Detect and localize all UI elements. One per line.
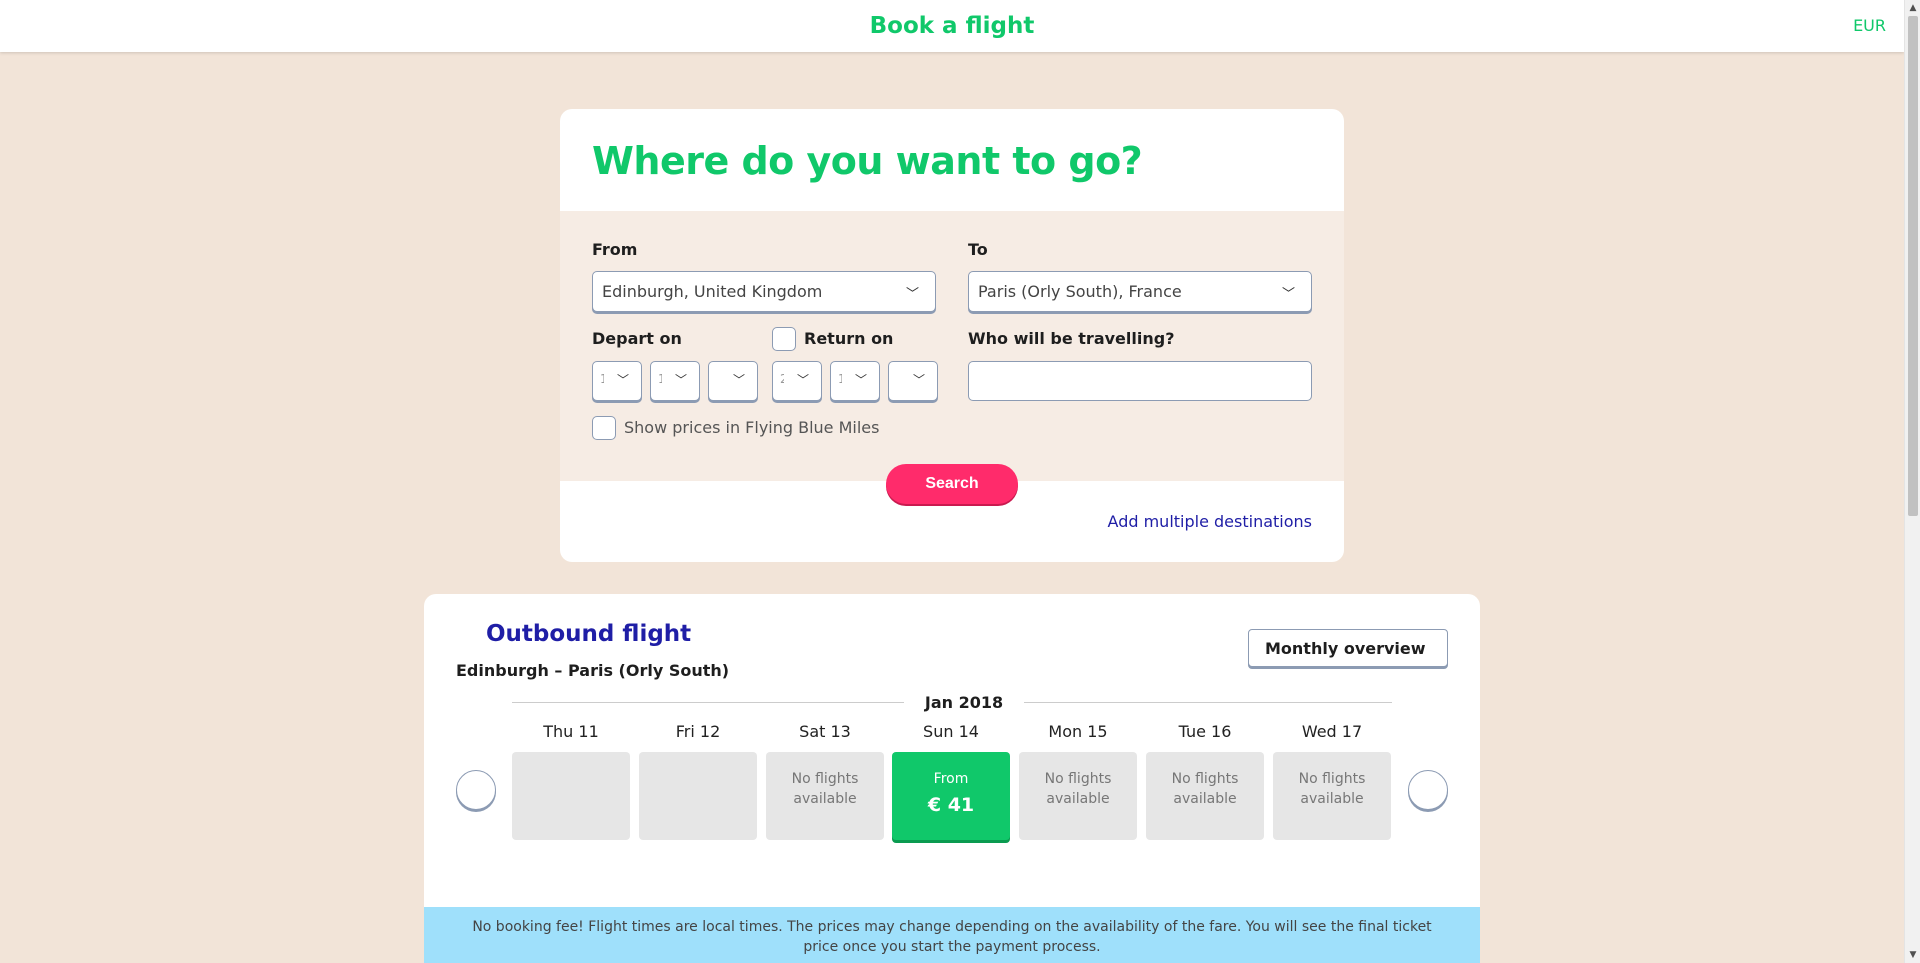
price-value: € 41 bbox=[927, 794, 975, 816]
to-value: Paris (Orly South), France bbox=[978, 282, 1182, 301]
search-form: From Edinburgh, United Kingdom ﹀ To Pari… bbox=[560, 211, 1344, 481]
monthly-overview-button[interactable]: Monthly overview bbox=[1248, 629, 1448, 667]
day-tile bbox=[512, 752, 630, 840]
day-tile: No flights available bbox=[1146, 752, 1264, 840]
depart-label: Depart on bbox=[592, 329, 682, 348]
day-header: Fri 12 bbox=[675, 722, 721, 741]
scroll-down-arrow-icon[interactable]: ▼ bbox=[1905, 947, 1920, 963]
day-tile: No flights available bbox=[1273, 752, 1391, 840]
outbound-route: Edinburgh – Paris (Orly South) bbox=[456, 661, 730, 680]
day-status: No flights available bbox=[1171, 771, 1239, 807]
chevron-down-icon: ﹀ bbox=[674, 373, 687, 387]
to-label: To bbox=[968, 240, 988, 259]
return-checkbox[interactable] bbox=[772, 327, 796, 351]
depart-month-select[interactable]: 1 ﹀ bbox=[650, 361, 700, 401]
day-status: No flights available bbox=[1298, 771, 1366, 807]
day-status: No flights available bbox=[791, 771, 859, 807]
chevron-down-icon: ﹀ bbox=[905, 287, 919, 302]
day-tile: No flights available bbox=[1019, 752, 1137, 840]
day-status: No flights available bbox=[1044, 771, 1112, 807]
day-tile bbox=[639, 752, 757, 840]
chevron-down-icon: ﹀ bbox=[854, 373, 867, 387]
depart-year-select[interactable]: ﹀ bbox=[708, 361, 758, 401]
scrollbar[interactable]: ▲ ▼ bbox=[1904, 0, 1920, 963]
search-button[interactable]: Search bbox=[886, 464, 1018, 504]
day-header: Tue 16 bbox=[1178, 722, 1232, 741]
day-header: Wed 17 bbox=[1301, 722, 1363, 741]
return-label: Return on bbox=[804, 329, 894, 348]
travellers-label: Who will be travelling? bbox=[968, 329, 1175, 348]
day-tile-selected[interactable]: From € 41 bbox=[892, 752, 1010, 840]
chevron-down-icon: ﹀ bbox=[796, 373, 809, 387]
search-heading: Where do you want to go? bbox=[592, 139, 1143, 183]
day-header: Thu 11 bbox=[543, 722, 599, 741]
return-month-select[interactable]: 1 ﹀ bbox=[830, 361, 880, 401]
chevron-down-icon: ﹀ bbox=[1281, 287, 1295, 302]
from-value: Edinburgh, United Kingdom bbox=[602, 282, 823, 301]
next-days-button[interactable] bbox=[1408, 770, 1448, 810]
to-select[interactable]: Paris (Orly South), France ﹀ bbox=[968, 271, 1312, 312]
search-card: Where do you want to go? From Edinburgh,… bbox=[560, 109, 1344, 562]
chevron-down-icon: ﹀ bbox=[912, 373, 925, 387]
top-bar: Book a flight EUR bbox=[0, 0, 1904, 52]
day-header: Sun 14 bbox=[923, 722, 979, 741]
month-label: Jan 2018 bbox=[904, 693, 1024, 712]
return-year-select[interactable]: ﹀ bbox=[888, 361, 938, 401]
booking-notice: No booking fee! Flight times are local t… bbox=[424, 907, 1480, 963]
add-multiple-destinations-link[interactable]: Add multiple destinations bbox=[1108, 512, 1312, 531]
miles-label: Show prices in Flying Blue Miles bbox=[624, 418, 880, 437]
miles-checkbox[interactable] bbox=[592, 416, 616, 440]
chevron-down-icon: ﹀ bbox=[616, 373, 629, 387]
outbound-card: Outbound flight Edinburgh – Paris (Orly … bbox=[424, 594, 1480, 963]
price-from-label: From bbox=[933, 771, 969, 787]
outbound-title: Outbound flight bbox=[486, 621, 692, 647]
day-tile: No flights available bbox=[766, 752, 884, 840]
scroll-up-arrow-icon[interactable]: ▲ bbox=[1905, 0, 1920, 16]
return-day-select[interactable]: 2 ﹀ bbox=[772, 361, 822, 401]
chevron-down-icon: ﹀ bbox=[732, 373, 745, 387]
from-label: From bbox=[592, 240, 638, 259]
travellers-input[interactable] bbox=[968, 361, 1312, 401]
from-select[interactable]: Edinburgh, United Kingdom ﹀ bbox=[592, 271, 936, 312]
day-header: Sat 13 bbox=[799, 722, 851, 741]
page-title: Book a flight bbox=[869, 13, 1035, 39]
scrollbar-thumb[interactable] bbox=[1908, 16, 1918, 516]
day-header: Mon 15 bbox=[1048, 722, 1108, 741]
depart-day-select[interactable]: 1 ﹀ bbox=[592, 361, 642, 401]
previous-days-button[interactable] bbox=[456, 770, 496, 810]
currency-selector[interactable]: EUR bbox=[1853, 16, 1886, 35]
